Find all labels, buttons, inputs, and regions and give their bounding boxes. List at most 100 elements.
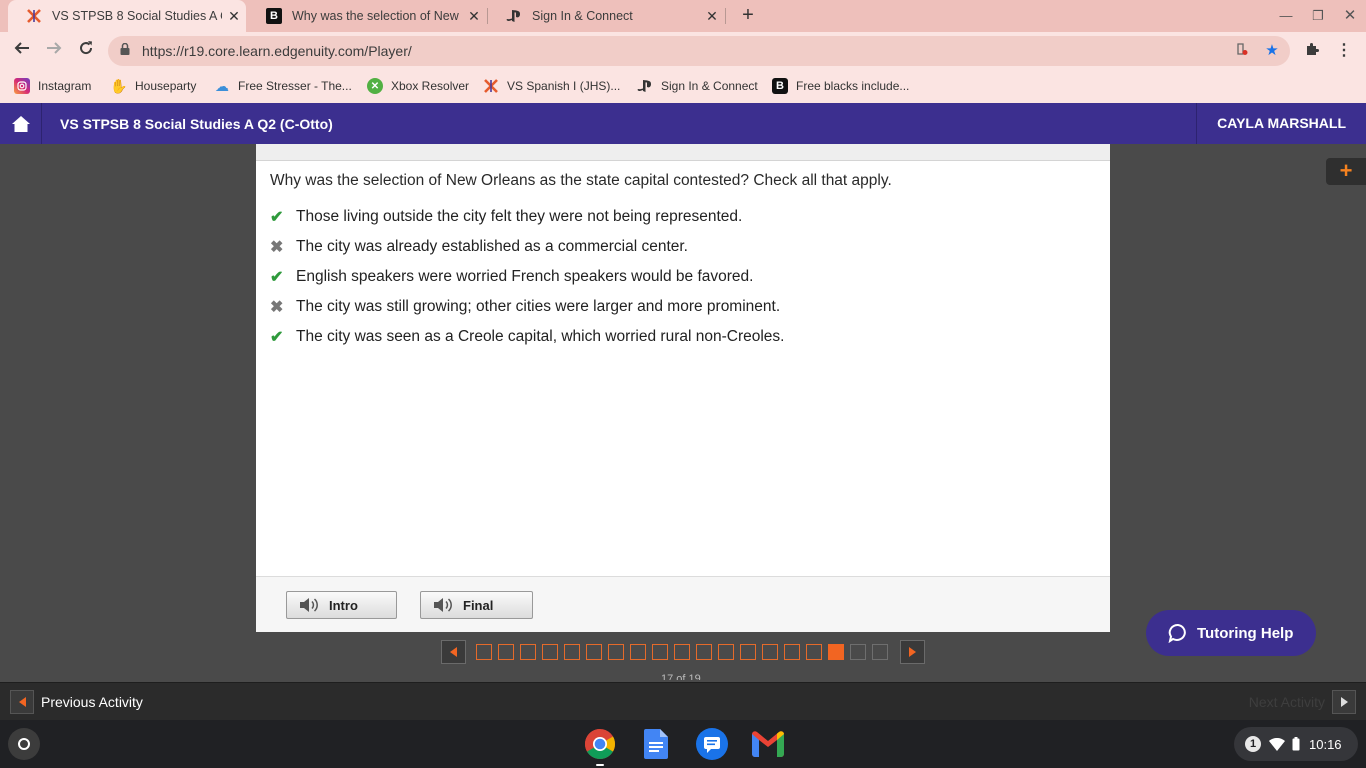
tutoring-label: Tutoring Help: [1197, 624, 1294, 642]
close-icon[interactable]: ✕: [462, 8, 486, 25]
browser-tab-3[interactable]: Sign In & Connect ✕: [488, 0, 724, 32]
page-indicator[interactable]: [520, 644, 536, 660]
page-indicator[interactable]: [542, 644, 558, 660]
previous-activity-button[interactable]: Previous Activity: [10, 690, 143, 714]
page-indicator-list: [476, 644, 894, 660]
forward-arrow-icon[interactable]: [40, 37, 68, 65]
activity-panel: Why was the selection of New Orleans as …: [256, 144, 1110, 632]
expand-plus-icon[interactable]: +: [1326, 158, 1366, 185]
page-indicator[interactable]: [740, 644, 756, 660]
browser-tab-1[interactable]: VS STPSB 8 Social Studies A Q2 ✕: [8, 0, 246, 32]
houseparty-hand-icon: ✋: [110, 77, 128, 94]
answer-item: ✖ The city was already established as a …: [270, 232, 784, 262]
brainly-b-icon: B: [772, 78, 788, 94]
gmail-icon[interactable]: [752, 728, 784, 760]
os-shelf: 1 10:16: [0, 720, 1366, 768]
correct-checkmark-icon: ✔: [270, 209, 284, 226]
page-indicator-current[interactable]: [828, 644, 844, 660]
page-indicator[interactable]: [630, 644, 646, 660]
home-button[interactable]: [0, 103, 42, 144]
answer-item: ✔ English speakers were worried French s…: [270, 262, 784, 292]
page-indicator[interactable]: [806, 644, 822, 660]
cloud-icon: ☁: [215, 77, 229, 94]
tab-title: Why was the selection of New O: [292, 9, 462, 23]
chat-bubble-icon: [1168, 623, 1188, 643]
address-bar[interactable]: https://r19.core.learn.edgenuity.com/Pla…: [108, 36, 1290, 66]
audio-footer: Intro Final: [256, 576, 1110, 632]
page-indicator[interactable]: [872, 644, 888, 660]
bookmark-star-icon[interactable]: ★: [1263, 42, 1281, 60]
speaker-icon: [299, 597, 319, 613]
edgenuity-x-icon: [483, 78, 499, 94]
messages-icon[interactable]: [696, 728, 728, 760]
bookmark-free-blacks[interactable]: B Free blacks include...: [772, 76, 909, 96]
back-arrow-icon[interactable]: [8, 37, 36, 65]
speaker-icon: [433, 597, 453, 613]
bookmark-instagram[interactable]: Instagram: [14, 76, 91, 96]
page-indicator[interactable]: [718, 644, 734, 660]
bookmark-label: Free blacks include...: [796, 79, 910, 93]
answer-text: Those living outside the city felt they …: [296, 208, 743, 225]
incorrect-x-icon: ✖: [270, 239, 284, 256]
bookmark-vs-spanish[interactable]: VS Spanish I (JHS)...: [483, 76, 620, 96]
answer-text: The city was seen as a Creole capital, w…: [296, 328, 785, 345]
page-indicator[interactable]: [674, 644, 690, 660]
page-indicator[interactable]: [564, 644, 580, 660]
browser-tab-2[interactable]: B Why was the selection of New O ✕: [248, 0, 486, 32]
extensions-puzzle-icon[interactable]: [1302, 41, 1322, 61]
chrome-icon[interactable]: [584, 728, 616, 760]
page-indicator[interactable]: [696, 644, 712, 660]
wifi-icon: [1269, 737, 1285, 751]
page-indicator[interactable]: [850, 644, 866, 660]
answer-item: ✔ Those living outside the city felt the…: [270, 202, 784, 232]
previous-activity-label: Previous Activity: [41, 694, 143, 710]
triangle-left-icon: [10, 690, 34, 714]
tutoring-help-button[interactable]: Tutoring Help: [1146, 610, 1316, 656]
tab-title: VS STPSB 8 Social Studies A Q2: [52, 9, 222, 23]
bookmark-free-stresser[interactable]: ☁ Free Stresser - The...: [214, 76, 352, 96]
intro-audio-button[interactable]: Intro: [286, 591, 397, 619]
status-tray[interactable]: 1 10:16: [1234, 727, 1358, 761]
close-icon[interactable]: ✕: [700, 8, 724, 25]
page-indicator[interactable]: [762, 644, 778, 660]
page-indicator[interactable]: [652, 644, 668, 660]
active-app-indicator: [596, 764, 604, 766]
reload-icon[interactable]: [72, 37, 100, 65]
bookmark-label: Houseparty: [135, 79, 197, 93]
bookmark-xbox-resolver[interactable]: ✕ Xbox Resolver: [367, 76, 469, 96]
page-indicator[interactable]: [586, 644, 602, 660]
answer-list: ✔ Those living outside the city felt the…: [270, 202, 784, 352]
site-permission-icon[interactable]: [1232, 42, 1250, 60]
user-name[interactable]: CAYLA MARSHALL: [1196, 103, 1366, 144]
browser-menu-icon[interactable]: ⋮: [1334, 41, 1354, 61]
page-indicator[interactable]: [608, 644, 624, 660]
browser-tab-strip: VS STPSB 8 Social Studies A Q2 ✕ B Why w…: [0, 0, 1366, 32]
course-header: VS STPSB 8 Social Studies A Q2 (C-Otto) …: [0, 103, 1366, 144]
playstation-icon: [637, 78, 653, 94]
minimize-icon[interactable]: —: [1270, 0, 1302, 32]
new-tab-icon[interactable]: +: [736, 4, 760, 28]
page-indicator[interactable]: [476, 644, 492, 660]
bookmark-sign-in-connect[interactable]: Sign In & Connect: [637, 76, 758, 96]
pager-next-button[interactable]: [900, 640, 925, 664]
restore-icon[interactable]: ❐: [1302, 0, 1334, 32]
page-indicator[interactable]: [498, 644, 514, 660]
xbox-icon: ✕: [367, 78, 383, 94]
page-count: 17 of 19: [661, 674, 701, 680]
google-docs-icon[interactable]: [640, 728, 672, 760]
answer-item: ✖ The city was still growing; other citi…: [270, 292, 784, 322]
triangle-right-icon: [1332, 690, 1356, 714]
pager-prev-button[interactable]: [441, 640, 466, 664]
tab-divider: [725, 8, 726, 24]
next-activity-button[interactable]: Next Activity: [1249, 690, 1356, 714]
instagram-icon: [14, 78, 30, 94]
window-close-icon[interactable]: ✕: [1334, 0, 1366, 32]
bookmark-houseparty[interactable]: ✋ Houseparty: [110, 76, 197, 96]
page-indicator[interactable]: [784, 644, 800, 660]
notification-count-badge: 1: [1245, 736, 1261, 752]
activity-nav-bar: Previous Activity Next Activity: [0, 682, 1366, 720]
correct-checkmark-icon: ✔: [270, 269, 284, 286]
close-icon[interactable]: ✕: [222, 8, 246, 25]
launcher-button[interactable]: [8, 728, 40, 760]
final-audio-button[interactable]: Final: [420, 591, 533, 619]
